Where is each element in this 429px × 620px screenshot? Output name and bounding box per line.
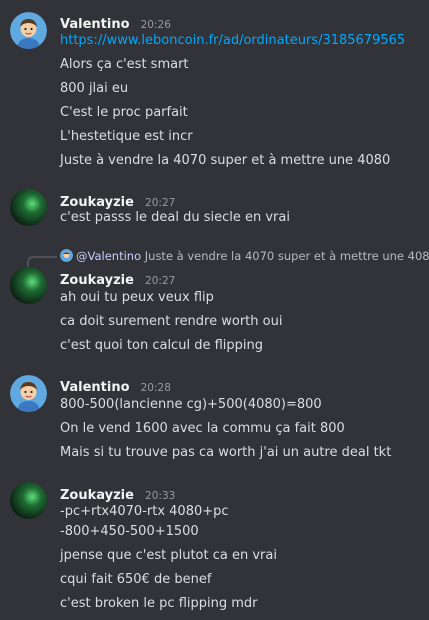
- author-name[interactable]: Valentino: [60, 380, 130, 395]
- message-text: c'est broken le pc flipping mdr: [60, 596, 258, 611]
- valentino-mini-avatar-icon: [60, 249, 73, 262]
- message-text: On le vend 1600 avec la commu ça fait 80…: [60, 421, 345, 436]
- message-text: cqui fait 650€ de benef: [60, 572, 212, 587]
- author-name[interactable]: Zoukayzie: [60, 195, 134, 210]
- message-text: Alors ça c'est smart: [60, 57, 189, 72]
- message-text: c'est passs le deal du siecle en vrai: [60, 210, 290, 225]
- reply-connector: [27, 256, 57, 268]
- message-text: 800-500(lancienne cg)+500(4080)=800: [60, 397, 322, 412]
- timestamp: 20:27: [145, 275, 176, 287]
- timestamp: 20:33: [145, 490, 176, 502]
- message-text: -800+450-500+1500: [60, 524, 199, 539]
- zoukayzie-avatar[interactable]: [10, 482, 47, 519]
- message-text: Mais si tu trouve pas ca worth j'ai un a…: [60, 445, 392, 460]
- message-text: ah oui tu peux veux flip: [60, 290, 214, 305]
- author-name[interactable]: Zoukayzie: [60, 488, 134, 503]
- message-link[interactable]: https://www.leboncoin.fr/ad/ordinateurs/…: [60, 33, 405, 49]
- timestamp: 20:27: [145, 197, 176, 209]
- message-text: 800 jlai eu: [60, 81, 129, 96]
- message-text: jpense que c'est plutot ca en vrai: [60, 548, 277, 563]
- message-text: -pc+rtx4070-rtx 4080+pc: [60, 504, 229, 519]
- message-text: L'hestetique est incr: [60, 129, 193, 144]
- timestamp: 20:28: [140, 382, 171, 394]
- author-name[interactable]: Valentino: [60, 17, 130, 32]
- valentino-avatar[interactable]: [10, 12, 47, 49]
- zoukayzie-avatar[interactable]: [10, 189, 47, 226]
- timestamp: 20:26: [140, 19, 171, 31]
- reply-preview[interactable]: @Valentino Juste à vendre la 4070 super …: [60, 249, 429, 263]
- message-text: ca doit surement rendre worth oui: [60, 314, 283, 329]
- author-name[interactable]: Zoukayzie: [60, 273, 134, 288]
- reply-mention[interactable]: @Valentino: [76, 249, 141, 263]
- zoukayzie-avatar[interactable]: [10, 267, 47, 304]
- reply-text: Juste à vendre la 4070 super et à mettre…: [144, 249, 429, 263]
- message-text: c'est quoi ton calcul de flipping: [60, 338, 263, 353]
- valentino-avatar[interactable]: [10, 375, 47, 412]
- message-text: C'est le proc parfait: [60, 105, 188, 120]
- message-text: Juste à vendre la 4070 super et à mettre…: [60, 153, 391, 168]
